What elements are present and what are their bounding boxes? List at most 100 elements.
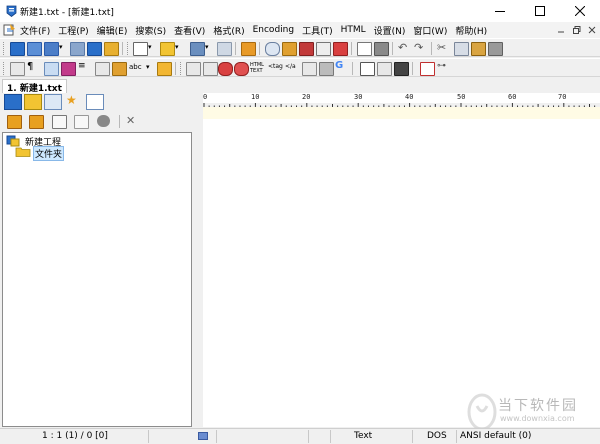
mdi-minimize-icon[interactable] bbox=[557, 26, 565, 34]
undo-icon[interactable]: ↶ bbox=[398, 41, 411, 54]
minimize-icon bbox=[495, 11, 505, 12]
project-tree[interactable]: 新建工程 文件夹 bbox=[2, 132, 192, 427]
tools-icon[interactable]: ✕ bbox=[126, 114, 139, 127]
remove-folder-icon[interactable] bbox=[74, 115, 89, 129]
project-tab-icon[interactable] bbox=[4, 94, 22, 110]
mdi-close-icon[interactable] bbox=[588, 26, 596, 34]
run-icon[interactable] bbox=[360, 62, 375, 76]
spellcheck-icon[interactable] bbox=[61, 62, 76, 76]
menu-help[interactable]: 帮助(H) bbox=[451, 24, 491, 37]
print-preview-icon[interactable] bbox=[357, 42, 372, 56]
toolbar-separator bbox=[352, 62, 353, 75]
save-icon[interactable] bbox=[190, 42, 205, 56]
menu-file[interactable]: 文件(F) bbox=[16, 24, 54, 37]
file-info-icon[interactable] bbox=[87, 42, 102, 56]
window-title: 新建1.txt - [新建1.txt] bbox=[20, 8, 114, 18]
menu-search[interactable]: 搜索(S) bbox=[131, 24, 170, 37]
word-wrap-icon[interactable] bbox=[10, 62, 25, 76]
maximize-button[interactable] bbox=[520, 0, 560, 22]
info-icon[interactable] bbox=[97, 115, 110, 127]
lock-icon[interactable] bbox=[112, 62, 127, 76]
goto-icon[interactable] bbox=[299, 42, 314, 56]
document-menu-icon[interactable] bbox=[2, 23, 16, 37]
project-icon[interactable] bbox=[241, 42, 256, 56]
html-entity-icon[interactable]: HTML TEXT bbox=[250, 62, 264, 74]
console-icon[interactable] bbox=[394, 62, 409, 76]
menu-view[interactable]: 查看(V) bbox=[170, 24, 209, 37]
status-line-ending[interactable]: DOS bbox=[427, 431, 447, 441]
remove-project-icon[interactable] bbox=[29, 115, 44, 129]
color-picker-icon[interactable] bbox=[218, 62, 233, 76]
paragraph-icon[interactable]: ¶ bbox=[27, 61, 40, 73]
table-icon[interactable] bbox=[302, 62, 317, 76]
line-numbers-icon[interactable]: ≡ bbox=[78, 61, 91, 73]
delete-icon[interactable] bbox=[488, 42, 503, 56]
palette-icon[interactable] bbox=[234, 62, 249, 76]
tree-folder-label[interactable]: 文件夹 bbox=[33, 146, 65, 161]
ruler-label: 0 bbox=[203, 93, 208, 101]
indent-icon[interactable] bbox=[95, 62, 110, 76]
favorites-star-icon[interactable]: ★ bbox=[66, 93, 82, 107]
brackets-icon[interactable] bbox=[316, 42, 331, 56]
add-folder-icon[interactable] bbox=[52, 115, 67, 129]
menu-format[interactable]: 格式(R) bbox=[209, 24, 248, 37]
menu-edit[interactable]: 编辑(E) bbox=[93, 24, 132, 37]
status-divider bbox=[456, 430, 457, 443]
close-button[interactable] bbox=[560, 0, 600, 22]
mdi-restore-icon[interactable] bbox=[573, 26, 581, 34]
open-recent-icon[interactable] bbox=[44, 42, 59, 56]
menu-window[interactable]: 窗口(W) bbox=[409, 24, 451, 37]
chevron-down-icon[interactable]: ▾ bbox=[146, 63, 150, 71]
chevron-down-icon[interactable]: ▾ bbox=[148, 43, 152, 51]
open-folder-icon[interactable] bbox=[160, 42, 175, 56]
bookmark-icon[interactable] bbox=[333, 42, 348, 56]
find-icon[interactable] bbox=[265, 42, 280, 56]
copy-files-icon[interactable] bbox=[70, 42, 85, 56]
menu-project[interactable]: 工程(P) bbox=[54, 24, 92, 37]
save-all-icon[interactable] bbox=[104, 42, 119, 56]
html-image-icon[interactable] bbox=[203, 62, 218, 76]
toolbar-grip[interactable] bbox=[3, 62, 6, 75]
chevron-down-icon[interactable]: ▾ bbox=[205, 43, 209, 51]
close-document-icon[interactable] bbox=[217, 42, 232, 56]
ruler-label: 20 bbox=[302, 93, 311, 101]
add-project-icon[interactable] bbox=[7, 115, 22, 129]
menu-tools[interactable]: 工具(T) bbox=[298, 24, 337, 37]
record-macro-icon[interactable] bbox=[420, 62, 435, 76]
cut-icon[interactable]: ✂ bbox=[437, 41, 450, 54]
new-file-icon[interactable] bbox=[10, 42, 25, 56]
menu-settings[interactable]: 设置(N) bbox=[370, 24, 410, 37]
toolbar-grip[interactable] bbox=[127, 42, 130, 55]
output-icon[interactable] bbox=[377, 62, 392, 76]
function-list-tab-icon[interactable] bbox=[44, 94, 62, 110]
macro-play-icon[interactable]: ⊶ bbox=[437, 61, 450, 73]
chevron-down-icon[interactable]: ▾ bbox=[175, 43, 179, 51]
pin-icon[interactable] bbox=[157, 62, 172, 76]
menu-html[interactable]: HTML bbox=[337, 25, 370, 35]
menu-encoding[interactable]: Encoding bbox=[249, 25, 298, 35]
html-tag-open-icon[interactable]: <tag bbox=[268, 63, 283, 75]
new-document-icon[interactable] bbox=[133, 42, 148, 56]
chevron-down-icon[interactable]: ▾ bbox=[59, 43, 63, 51]
minimize-button[interactable] bbox=[480, 0, 520, 22]
paste-icon[interactable] bbox=[471, 42, 486, 56]
open-files-icon[interactable] bbox=[27, 42, 42, 56]
column-mode-icon[interactable] bbox=[44, 62, 59, 76]
toolbar-grip[interactable] bbox=[3, 42, 6, 55]
tab-document[interactable]: 1. 新建1.txt bbox=[2, 79, 67, 94]
google-search-icon[interactable]: G bbox=[335, 60, 348, 72]
filter-icon[interactable] bbox=[319, 62, 334, 76]
html-tag-icon[interactable] bbox=[186, 62, 201, 76]
windows-tab-icon[interactable] bbox=[86, 94, 104, 110]
status-encoding[interactable]: ANSI default (0) bbox=[460, 431, 531, 441]
encoding-icon[interactable]: abc bbox=[129, 63, 142, 75]
redo-icon[interactable]: ↷ bbox=[414, 41, 427, 54]
editor-area[interactable] bbox=[203, 119, 600, 427]
replace-icon[interactable] bbox=[282, 42, 297, 56]
status-file-type[interactable]: Text bbox=[354, 431, 372, 441]
toolbar-grip[interactable] bbox=[180, 62, 183, 75]
copy-icon[interactable] bbox=[454, 42, 469, 56]
explorer-tab-icon[interactable] bbox=[24, 94, 42, 110]
print-icon[interactable] bbox=[374, 42, 389, 56]
html-tag-close-icon[interactable]: </a bbox=[285, 63, 298, 75]
